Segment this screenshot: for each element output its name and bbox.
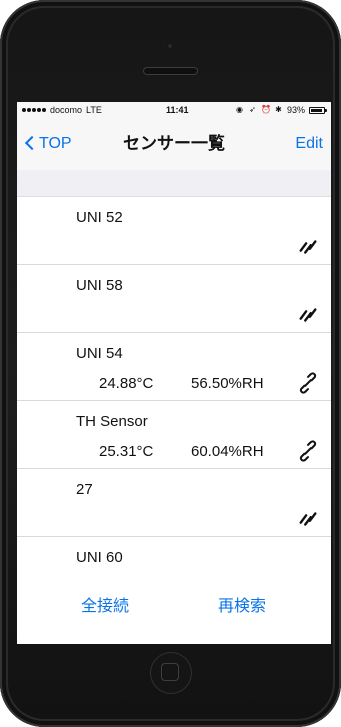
- sensor-row[interactable]: UNI 52: [17, 197, 331, 265]
- status-time: 11:41: [166, 105, 189, 115]
- sensor-temperature: 25.31°C: [99, 443, 154, 460]
- location-icon: ◉: [235, 105, 243, 114]
- connect-all-button[interactable]: 全接続: [81, 597, 129, 617]
- sensor-list: UNI 52 UNI 58 UNI 54 24.88°C 56.50%RH TH…: [17, 197, 331, 594]
- sensor-row[interactable]: UNI 58: [17, 265, 331, 333]
- earpiece-speaker: [143, 67, 198, 75]
- alarm-clock-icon: ⏰: [260, 105, 271, 114]
- edit-button[interactable]: Edit: [295, 133, 323, 155]
- home-button[interactable]: [150, 652, 192, 694]
- sensor-name: UNI 52: [76, 209, 123, 226]
- footer-actions: 全接続 再検索: [17, 576, 331, 644]
- disconnected-link-icon: [297, 236, 319, 258]
- connected-link-icon: [297, 440, 319, 462]
- front-camera: [167, 43, 173, 49]
- battery-level: [311, 108, 322, 112]
- bluetooth-icon: ✱: [275, 105, 282, 114]
- page-root: docomo LTE 11:41 ◉ ➶ ⏰ ✱ 93% TOP センサー一覧 …: [0, 0, 341, 727]
- sensor-row[interactable]: TH Sensor 25.31°C 60.04%RH: [17, 401, 331, 469]
- sensor-humidity: 60.04%RH: [191, 443, 264, 460]
- disconnected-link-icon: [297, 304, 319, 326]
- sensor-name: 27: [76, 481, 93, 498]
- sensor-name: UNI 60: [76, 549, 123, 566]
- battery-percent: 93%: [286, 105, 305, 115]
- sensor-temperature: 24.88°C: [99, 375, 154, 392]
- navigation-bar: TOP センサー一覧 Edit: [17, 118, 331, 170]
- home-icon: [161, 663, 179, 681]
- status-right: ◉ ➶ ⏰ ✱ 93%: [235, 102, 327, 118]
- network-label: LTE: [86, 105, 102, 115]
- page-title: センサー一覧: [123, 134, 225, 153]
- sensor-name: UNI 58: [76, 277, 123, 294]
- alarm-icon: ➶: [249, 105, 256, 114]
- phone-frame: docomo LTE 11:41 ◉ ➶ ⏰ ✱ 93% TOP センサー一覧 …: [0, 0, 341, 727]
- carrier-label: docomo: [50, 105, 83, 115]
- battery-icon: [309, 106, 327, 114]
- sensor-humidity: 56.50%RH: [191, 375, 264, 392]
- sensor-name: UNI 54: [76, 345, 123, 362]
- status-left: docomo LTE: [22, 102, 102, 118]
- disconnected-link-icon: [297, 508, 319, 530]
- connected-link-icon: [297, 372, 319, 394]
- phone-screen: docomo LTE 11:41 ◉ ➶ ⏰ ✱ 93% TOP センサー一覧 …: [17, 102, 331, 644]
- sensor-name: TH Sensor: [76, 413, 148, 430]
- sensor-row[interactable]: UNI 54 24.88°C 56.50%RH: [17, 333, 331, 401]
- status-bar: docomo LTE 11:41 ◉ ➶ ⏰ ✱ 93%: [17, 102, 331, 118]
- signal-dots-icon: [22, 108, 46, 112]
- sensor-row[interactable]: 27: [17, 469, 331, 537]
- list-section-header: [17, 170, 331, 197]
- research-button[interactable]: 再検索: [218, 597, 266, 617]
